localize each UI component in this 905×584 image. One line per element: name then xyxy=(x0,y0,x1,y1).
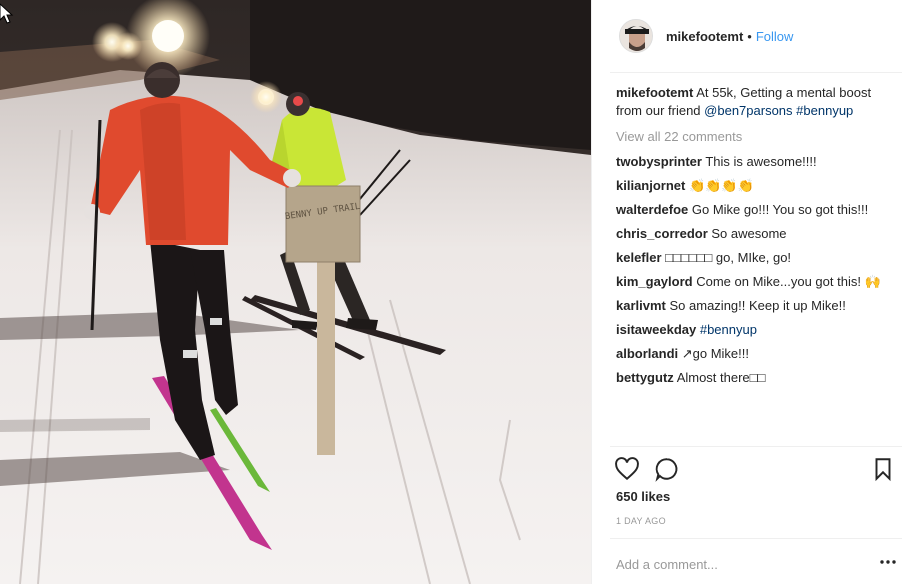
comments-list: mikefootemt At 55k, Getting a mental boo… xyxy=(616,84,892,393)
comment-username[interactable]: alborlandi xyxy=(616,346,678,361)
divider xyxy=(610,446,902,447)
post-author-username[interactable]: mikefootemt xyxy=(666,29,743,44)
comment-text: 👏👏👏👏 xyxy=(688,178,754,193)
comment-username[interactable]: kilianjornet xyxy=(616,178,685,193)
speech-bubble-icon[interactable] xyxy=(654,456,680,482)
comment-username[interactable]: chris_corredor xyxy=(616,226,708,241)
instagram-post-window: BENNY UP TRAIL mikefootemt • Follow mike… xyxy=(0,0,905,584)
comment-item: kim_gaylord Come on Mike...you got this!… xyxy=(616,273,892,291)
caption-username[interactable]: mikefootemt xyxy=(616,85,693,100)
comment-item: kilianjornet 👏👏👏👏 xyxy=(616,177,892,195)
comment-item: twobysprinter This is awesome!!!! xyxy=(616,153,892,171)
divider xyxy=(610,538,902,539)
comment-text: So amazing!! Keep it up Mike!! xyxy=(669,298,846,313)
add-comment-input[interactable] xyxy=(616,554,856,574)
comment-username[interactable]: kim_gaylord xyxy=(616,274,693,289)
follow-button[interactable]: Follow xyxy=(756,29,794,44)
avatar[interactable] xyxy=(619,19,653,53)
comment-username[interactable]: kelefler xyxy=(616,250,662,265)
comment-username[interactable]: twobysprinter xyxy=(616,154,702,169)
bookmark-icon[interactable] xyxy=(870,456,896,482)
caption-mention-link[interactable]: @ben7parsons xyxy=(704,103,792,118)
comment-item: isitaweekday #bennyup xyxy=(616,321,892,339)
view-all-comments-link[interactable]: View all 22 comments xyxy=(616,128,892,146)
comment-text: Go Mike go!!! You so got this!!! xyxy=(691,202,869,217)
comment-text: ↗go Mike!!! xyxy=(681,346,749,361)
comment-text: □□□□□□ go, MIke, go! xyxy=(665,250,792,265)
comment-username[interactable]: isitaweekday xyxy=(616,322,696,337)
comment-text: Almost there□□ xyxy=(676,370,766,385)
comment-username[interactable]: bettygutz xyxy=(616,370,674,385)
ellipsis-icon[interactable] xyxy=(878,552,898,572)
comment-text: Come on Mike...you got this! 🙌 xyxy=(696,274,881,289)
comment-item: kelefler □□□□□□ go, MIke, go! xyxy=(616,249,892,267)
comment-item: alborlandi ↗go Mike!!! xyxy=(616,345,892,363)
heart-icon[interactable] xyxy=(614,456,640,482)
comment-username[interactable]: walterdefoe xyxy=(616,202,688,217)
comment-username[interactable]: karlivmt xyxy=(616,298,666,313)
post-sidebar: mikefootemt • Follow mikefootemt At 55k,… xyxy=(591,0,905,584)
comment-item: chris_corredor So awesome xyxy=(616,225,892,243)
comment-item: walterdefoe Go Mike go!!! You so got thi… xyxy=(616,201,892,219)
comment-text: So awesome xyxy=(711,226,787,241)
post-actions xyxy=(614,456,896,484)
post-photo[interactable]: BENNY UP TRAIL xyxy=(0,0,591,584)
post-timestamp: 1 DAY AGO xyxy=(616,516,666,526)
divider xyxy=(610,72,902,73)
post-caption: mikefootemt At 55k, Getting a mental boo… xyxy=(616,84,892,120)
comment-hashtag-link[interactable]: #bennyup xyxy=(700,322,757,337)
post-header: mikefootemt • Follow xyxy=(592,0,905,72)
comment-text: This is awesome!!!! xyxy=(705,154,817,169)
like-count[interactable]: 650 likes xyxy=(616,489,670,504)
comment-item: karlivmt So amazing!! Keep it up Mike!! xyxy=(616,297,892,315)
comment-item: bettygutz Almost there□□ xyxy=(616,369,892,387)
caption-hashtag-link[interactable]: #bennyup xyxy=(796,103,853,118)
separator-dot: • xyxy=(747,28,752,44)
